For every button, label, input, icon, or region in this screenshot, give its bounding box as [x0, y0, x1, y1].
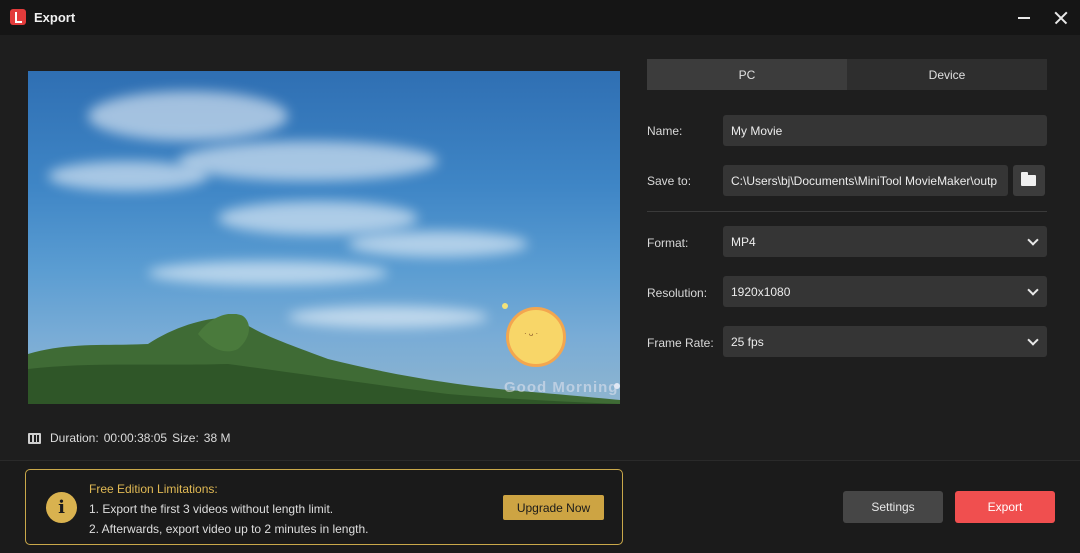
cloud-shape — [88, 91, 288, 141]
chevron-down-icon — [1027, 234, 1039, 246]
cloud-shape — [218, 201, 418, 235]
limitations-title: Free Edition Limitations: — [89, 482, 218, 496]
settings-button[interactable]: Settings — [843, 491, 943, 523]
limitation-line-1: 1. Export the first 3 videos without len… — [89, 502, 334, 516]
window-title: Export — [34, 10, 76, 25]
info-icon: i — [46, 492, 77, 523]
resolution-value: 1920x1080 — [731, 284, 791, 299]
cloud-shape — [348, 231, 528, 257]
folder-icon — [1021, 172, 1036, 186]
save-to-label: Save to: — [647, 174, 692, 188]
film-icon — [28, 432, 41, 444]
cloud-shape — [48, 161, 208, 191]
chevron-down-icon — [1027, 334, 1039, 346]
target-tabs: PC Device — [647, 59, 1047, 90]
watermark-text: Good Morning — [504, 379, 619, 396]
frame-rate-value: 25 fps — [731, 334, 764, 349]
cloud-shape — [178, 141, 438, 181]
minimize-icon[interactable] — [1012, 6, 1036, 30]
duration-label: Duration: — [50, 431, 99, 445]
duration-value: 00:00:38:05 — [103, 431, 168, 445]
save-path-input[interactable]: C:\Users\bj\Documents\MiniTool MovieMake… — [723, 165, 1008, 196]
footer: i Free Edition Limitations: 1. Export th… — [0, 460, 1080, 553]
title-bar: Export — [0, 0, 1080, 35]
upgrade-now-button[interactable]: Upgrade Now — [503, 495, 604, 520]
tab-device[interactable]: Device — [847, 59, 1047, 90]
format-select[interactable]: MP4 — [723, 226, 1047, 257]
frame-rate-label: Frame Rate: — [647, 336, 714, 350]
divider — [647, 211, 1047, 212]
size-label: Size: — [172, 431, 199, 445]
free-edition-notice: i Free Edition Limitations: 1. Export th… — [25, 469, 623, 545]
frame-rate-select[interactable]: 25 fps — [723, 326, 1047, 357]
resolution-select[interactable]: 1920x1080 — [723, 276, 1047, 307]
app-logo-icon — [10, 9, 26, 25]
browse-folder-button[interactable] — [1013, 165, 1045, 196]
cloud-shape — [148, 261, 388, 285]
video-info: Duration: 00:00:38:05 Size: 38 M — [28, 431, 235, 445]
size-value: 38 M — [203, 431, 231, 445]
resolution-label: Resolution: — [647, 286, 708, 300]
format-label: Format: — [647, 236, 689, 250]
name-input[interactable]: My Movie — [723, 115, 1047, 146]
video-preview: · ᴗ · Good Morning — [28, 71, 620, 404]
chevron-down-icon — [1027, 284, 1039, 296]
sun-sticker: · ᴗ · — [506, 307, 566, 367]
format-value: MP4 — [731, 234, 756, 249]
tab-pc[interactable]: PC — [647, 59, 847, 90]
name-label: Name: — [647, 124, 683, 138]
sun-face: · ᴗ · — [524, 329, 539, 338]
close-icon[interactable] — [1049, 6, 1073, 30]
export-button[interactable]: Export — [955, 491, 1055, 523]
limitation-line-2: 2. Afterwards, export video up to 2 minu… — [89, 522, 369, 536]
